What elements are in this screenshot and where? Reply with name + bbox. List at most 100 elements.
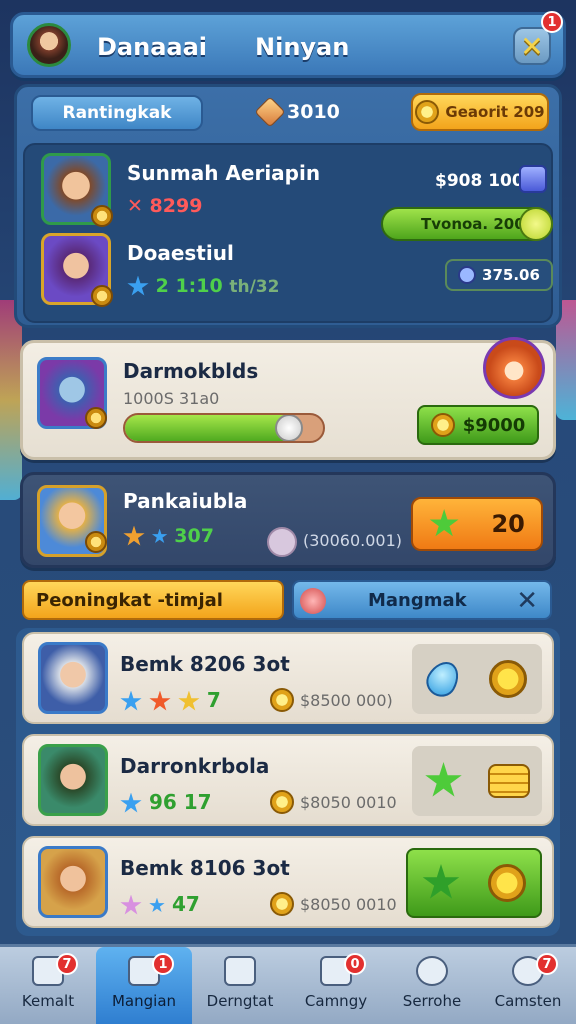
nav-derngtat[interactable]: Derngtat [192, 947, 288, 1024]
star-icon [425, 762, 462, 797]
nav-camngy-label: Camngy [304, 992, 368, 1010]
row-1-value: $908 100 [435, 171, 524, 191]
close-icon[interactable]: ✕ [516, 586, 538, 616]
coin-icon [488, 864, 526, 902]
tab-left[interactable]: Peoningkat -timjal [22, 580, 284, 620]
row-2-stat: 2 1:10 th/32 [127, 275, 279, 298]
star-icon [151, 528, 168, 544]
star-icon [422, 864, 460, 899]
list-item-action[interactable] [406, 848, 542, 918]
crown-icon [415, 100, 440, 124]
medal-icon [85, 407, 107, 429]
nav-home[interactable]: Kemalt 7 [0, 947, 96, 1024]
coin-icon [488, 660, 527, 698]
player-avatar[interactable] [27, 23, 71, 67]
fox-mascot-icon [483, 337, 545, 399]
coin-icon [270, 688, 294, 712]
row-2-stat-sub: th/32 [229, 277, 280, 297]
opponent-name: Ninyan [255, 33, 350, 61]
list-item[interactable]: Bemk 8206 3ot 7 $8500 000) [22, 632, 554, 724]
list-item-sub-value: $8050 0010 [300, 792, 397, 812]
claim-progress-button[interactable]: Tvonoa. 200 [381, 207, 553, 241]
progress-knob-icon [519, 207, 553, 241]
nav-mangian[interactable]: Mangian 1 [96, 947, 192, 1024]
list-item-sub: $8500 000) [270, 688, 393, 712]
star-icon [123, 525, 145, 546]
score-chip-value: 375.06 [482, 266, 540, 284]
player-name: Danaaai [97, 33, 208, 61]
hero-portrait [38, 744, 108, 816]
list-item-stars: 7 [120, 688, 221, 713]
list-item-sub-value: $8500 000) [300, 690, 393, 710]
gem-counter: 3010 [254, 96, 340, 128]
list-item-action[interactable] [412, 644, 542, 714]
star-icon [127, 275, 149, 296]
nav-mangian-label: Mangian [111, 992, 177, 1010]
progress-knob-icon[interactable] [275, 415, 304, 441]
hero-stat-value: 307 [174, 525, 214, 547]
list-item-name: Bemk 8206 3ot [120, 652, 290, 676]
gem-count-value: 3010 [287, 101, 340, 123]
hero-portrait [38, 642, 108, 714]
bottom-navigation: Kemalt 7 Mangian 1 Derngtat Camngy 0 Ser… [0, 944, 576, 1024]
ranking-tab[interactable]: Rantingkak [31, 95, 203, 131]
ranking-panel: Rantingkak 3010 Geaorit 209 Sunmah Aeria… [14, 84, 562, 328]
nav-badge: 7 [536, 953, 558, 975]
hero-name: Pankaiubla [123, 489, 248, 513]
list-item-stars-value: 47 [171, 892, 200, 916]
nav-camngy[interactable]: Camngy 0 [288, 947, 384, 1024]
nav-derngtat-label: Derngtat [206, 992, 274, 1010]
offer-subtitle: 1000S 31a0 [123, 389, 220, 408]
coin-icon [270, 892, 294, 916]
star-icon [120, 894, 142, 915]
close-button[interactable]: ✕ [513, 27, 551, 65]
list-item-action[interactable] [412, 746, 542, 816]
coin-stack-icon [487, 764, 530, 798]
nav-serrohe-label: Serrohe [402, 992, 462, 1010]
nav-camsten[interactable]: Camsten 7 [480, 947, 576, 1024]
top-header: Danaaai Ninyan ✕ 1 [10, 11, 566, 78]
star-icon [120, 792, 142, 813]
nav-serrohe[interactable]: Serrohe [384, 947, 480, 1024]
nav-badge: 7 [56, 953, 78, 975]
hero-action-button[interactable]: 20 [411, 497, 543, 551]
list-item-sub: $8050 0010 [270, 790, 397, 814]
offer-name: Darmokblds [123, 359, 259, 383]
star-icon [149, 690, 171, 711]
gold-reward-button[interactable]: Geaorit 209 [411, 93, 549, 131]
offer-progress-bar[interactable] [123, 413, 325, 443]
row-1-name: Sunmah Aeriapin [127, 161, 321, 185]
score-chip[interactable]: 375.06 [445, 259, 553, 291]
nav-badge: 1 [152, 953, 174, 975]
water-drop-icon [420, 655, 465, 703]
hero-portrait [38, 846, 108, 918]
claim-progress-label: Tvonoa. 200 [421, 215, 525, 233]
buy-button[interactable]: $9000 [417, 405, 539, 445]
list-item-stars-value: 96 17 [148, 790, 212, 814]
list-item[interactable]: Bemk 8106 3ot 47 $8050 0010 [22, 836, 554, 928]
list-item-name: Bemk 8106 3ot [120, 856, 290, 880]
boost-icon[interactable] [519, 165, 547, 193]
coin-icon [430, 413, 455, 437]
potion-icon [458, 266, 477, 284]
close-icon: ✕ [520, 29, 544, 63]
list-item[interactable]: Darronkrbola 96 17 $8050 0010 [22, 734, 554, 826]
hero-card: Pankaiubla 307 (30060.001) 20 [20, 472, 556, 568]
row-2-stat-value: 2 1:10 [155, 275, 223, 297]
medal-icon [91, 285, 113, 307]
tab-right[interactable]: Mangmak ✕ [292, 580, 552, 620]
list-item-sub: $8050 0010 [270, 892, 397, 916]
tab-right-label: Mangmak [368, 589, 467, 611]
hero-sub: (30060.001) [303, 531, 403, 550]
star-icon [120, 690, 142, 711]
reward-list: Bemk 8206 3ot 7 $8500 000) Darronkrbola … [16, 628, 560, 936]
row-1-stat: ✕ 8299 [127, 195, 203, 217]
notification-badge: 1 [541, 11, 563, 33]
background-light-left [0, 300, 22, 500]
offer-card: Darmokblds 1000S 31a0 $9000 [20, 337, 556, 460]
list-item-stars: 96 17 [120, 790, 212, 815]
nav-camsten-label: Camsten [494, 992, 562, 1010]
ghost-icon [267, 527, 297, 557]
ranking-list: Sunmah Aeriapin ✕ 8299 $908 100 Tvonoa. … [23, 143, 553, 323]
star-icon [429, 509, 459, 537]
